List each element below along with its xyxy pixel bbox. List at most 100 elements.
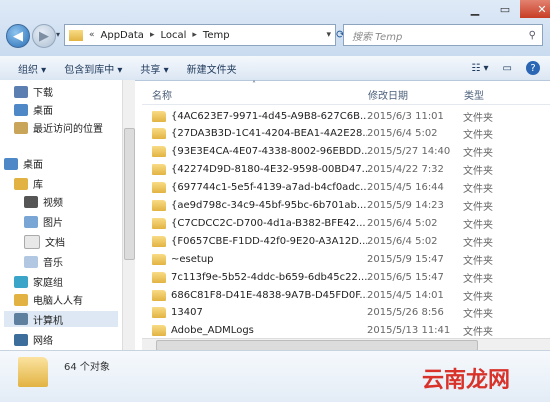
file-name: 686C81F8-D41E-4838-9A7B-D45FD0F... <box>171 289 367 301</box>
file-row[interactable]: {C7CDCC2C-D700-4d1a-B382-BFE42... 2015/6/… <box>142 214 542 232</box>
new-folder-button[interactable]: 新建文件夹 <box>187 61 237 76</box>
sidebar-item-homegroup[interactable]: 家庭组 <box>14 274 63 289</box>
folder-icon <box>152 146 166 158</box>
sidebar-item-label: 文档 <box>45 238 65 249</box>
address-bar[interactable]: « AppData ▸ Local ▸ Temp ▾ <box>64 24 336 46</box>
file-type: 文件夹 <box>463 202 493 213</box>
sidebar-item-computer[interactable]: 计算机 <box>4 311 118 327</box>
sidebar-item-downloads[interactable]: 下载 <box>14 84 53 99</box>
folder-icon <box>152 253 166 265</box>
folder-icon <box>152 217 166 229</box>
file-row[interactable]: 13407 2015/5/26 8:56 文件夹 <box>142 304 542 322</box>
file-type: 文件夹 <box>463 184 493 196</box>
close-icon[interactable]: ✕ <box>520 0 550 18</box>
folder-icon <box>152 128 166 140</box>
folder-icon <box>152 182 166 194</box>
navigation-pane: 下载 桌面 最近访问的位置 桌面 库 视频 图片 文档 音乐 家庭组 电脑人人有… <box>0 80 123 350</box>
video-icon <box>24 195 38 208</box>
sidebar-item-label: 家庭组 <box>33 278 63 289</box>
help-icon[interactable]: ? <box>526 61 540 75</box>
breadcrumb-appdata[interactable]: AppData <box>101 30 144 41</box>
chevron-down-icon[interactable]: ▾ <box>326 30 331 40</box>
sidebar-item-documents[interactable]: 文档 <box>24 234 65 249</box>
file-date: 2015/4/5 16:44 <box>367 182 444 194</box>
search-box[interactable]: 搜索 Temp ⚲ <box>343 24 543 46</box>
breadcrumb-overflow-icon[interactable]: « <box>89 30 95 40</box>
sidebar-item-music[interactable]: 音乐 <box>24 254 63 269</box>
breadcrumb-local[interactable]: Local <box>160 30 186 41</box>
search-input[interactable]: 搜索 Temp <box>352 28 402 43</box>
preview-pane-icon[interactable]: ▭ <box>503 63 512 74</box>
chevron-right-icon[interactable]: ▸ <box>192 30 197 40</box>
arrow-right-icon: ▶ <box>39 28 49 44</box>
file-type: 文件夹 <box>463 166 493 178</box>
sidebar-item-desktop-root[interactable]: 桌面 <box>4 156 43 171</box>
file-date: 2015/5/13 11:41 <box>367 325 451 337</box>
sidebar-item-libraries[interactable]: 库 <box>14 176 43 191</box>
folder-icon <box>18 357 48 387</box>
desktop-icon <box>4 157 18 170</box>
watermark-logo: 云南龙网 <box>422 367 511 393</box>
window-controls: ▁ ▭ ✕ <box>460 0 550 20</box>
sidebar-item-network[interactable]: 网络 <box>14 332 53 347</box>
file-date: 2015/4/22 7:32 <box>367 164 444 176</box>
sidebar-item-label: 桌面 <box>23 160 43 171</box>
file-name: {697744c1-5e5f-4139-a7ad-b4cf0adc... <box>171 182 367 194</box>
file-row[interactable]: ~esetup 2015/5/9 15:47 文件夹 <box>142 250 542 268</box>
file-name: {ae9d798c-34c9-45bf-95bc-6b701ab... <box>171 200 367 211</box>
file-row[interactable]: {F0657CBE-F1DD-42f0-9E20-A3A12D... 2015/6… <box>142 232 542 250</box>
file-type: 文件夹 <box>463 219 493 231</box>
sidebar-item-label: 图片 <box>43 218 63 229</box>
file-row[interactable]: {4AC623E7-9971-4d45-A9B8-627C6B... 2015/6… <box>142 107 542 125</box>
file-row[interactable]: {27DA3B3D-1C41-4204-BEA1-4A2E28... 2015/6… <box>142 125 542 143</box>
sidebar-item-label: 最近访问的位置 <box>33 124 103 135</box>
sidebar-item-label: 电脑人人有 <box>33 296 83 307</box>
column-name[interactable]: 名称 <box>152 87 172 102</box>
nav-scrollbar[interactable] <box>122 80 135 350</box>
share-button[interactable]: 共享 ▾ <box>140 61 168 76</box>
recent-pages-dropdown[interactable]: ▾ <box>56 30 60 39</box>
file-row[interactable]: {93E3E4CA-4E07-4338-8002-96EBDD... 2015/5… <box>142 143 542 161</box>
file-row[interactable]: 686C81F8-D41E-4838-9A7B-D45FD0F... 2015/4… <box>142 286 542 304</box>
file-name: {42274D9D-8180-4E32-9598-00BD47... <box>171 164 367 176</box>
folder-icon <box>152 235 166 247</box>
folder-icon <box>152 289 166 301</box>
file-type: 文件夹 <box>463 255 493 267</box>
file-date: 2015/6/4 5:02 <box>367 235 438 247</box>
folder-icon <box>152 307 166 319</box>
search-icon[interactable]: ⚲ <box>529 30 536 41</box>
file-name: ~esetup <box>171 253 214 265</box>
sidebar-item-pictures[interactable]: 图片 <box>24 214 63 229</box>
breadcrumb-temp[interactable]: Temp <box>203 30 230 41</box>
chevron-right-icon[interactable]: ▸ <box>150 30 155 40</box>
file-row[interactable]: {697744c1-5e5f-4139-a7ad-b4cf0adc... 2015… <box>142 179 542 197</box>
minimize-icon[interactable]: ▁ <box>460 0 490 18</box>
file-date: 2015/5/27 14:40 <box>367 146 451 158</box>
view-options-icon[interactable]: ☷ ▾ <box>471 63 488 74</box>
sidebar-item-desktop[interactable]: 桌面 <box>14 102 53 117</box>
scrollbar-thumb[interactable] <box>124 128 135 260</box>
file-type: 文件夹 <box>463 291 493 303</box>
organize-button[interactable]: 组织 ▾ <box>18 61 46 76</box>
back-button[interactable]: ◀ <box>6 24 30 48</box>
downloads-icon <box>14 85 28 98</box>
file-row[interactable]: {ae9d798c-34c9-45bf-95bc-6b701ab... 2015/… <box>142 197 542 215</box>
forward-button[interactable]: ▶ <box>32 24 56 48</box>
column-date[interactable]: 修改日期 <box>368 87 408 102</box>
sidebar-item-label: 网络 <box>33 336 53 347</box>
column-type[interactable]: 类型 <box>464 87 484 102</box>
include-in-library-button[interactable]: 包含到库中 ▾ <box>64 61 122 76</box>
sidebar-item-videos[interactable]: 视频 <box>24 194 63 209</box>
sidebar-item-label: 音乐 <box>43 258 63 269</box>
sidebar-item-label: 下载 <box>33 88 53 99</box>
folder-icon <box>152 325 166 337</box>
library-icon <box>14 177 28 190</box>
file-row[interactable]: {42274D9D-8180-4E32-9598-00BD47... 2015/4… <box>142 161 542 179</box>
file-date: 2015/6/5 15:47 <box>367 271 444 283</box>
maximize-icon[interactable]: ▭ <box>490 0 520 18</box>
file-row[interactable]: 7c113f9e-5b52-4ddc-b659-6db45c22... 2015/… <box>142 268 542 286</box>
file-type: 文件夹 <box>463 237 493 249</box>
file-name: Adobe_ADMLogs <box>171 325 254 337</box>
sidebar-item-user[interactable]: 电脑人人有 <box>14 292 83 307</box>
sidebar-item-recent[interactable]: 最近访问的位置 <box>14 120 103 135</box>
